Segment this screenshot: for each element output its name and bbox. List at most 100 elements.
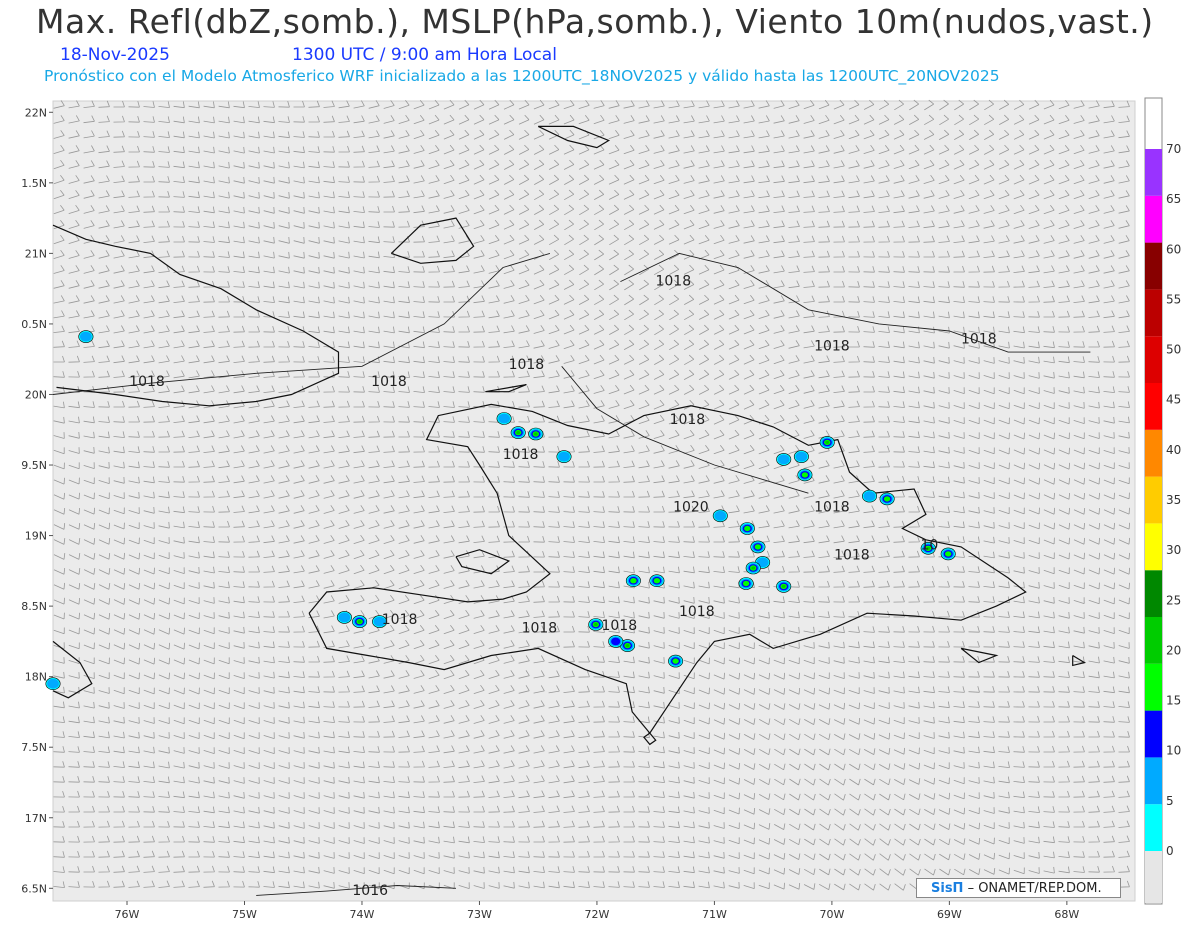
reflectivity-cell-10-level-3	[744, 525, 751, 532]
isobar-label: 1018	[670, 412, 706, 428]
isobar-label: 1018	[382, 612, 418, 628]
reflectivity-cell-22-level-4	[593, 622, 598, 627]
reflectivity-cell-25-level-3	[672, 658, 679, 664]
colorbar-swatch	[1145, 523, 1162, 571]
lon-label: 71W	[702, 908, 727, 921]
reflectivity-cell-3-level-1	[558, 451, 570, 462]
reflectivity-cell-24-level-3	[653, 578, 661, 584]
colorbar-label: 5	[1166, 794, 1174, 808]
isobar-label: 1018	[503, 447, 539, 463]
colorbar-below-zero	[1145, 851, 1162, 903]
credit-text: – ONAMET/REP.DOM.	[963, 881, 1102, 896]
colorbar-swatch	[1145, 336, 1162, 383]
isobar-label: 1018	[522, 621, 558, 637]
reflectivity-cell-23-level-3	[630, 578, 637, 584]
lat-label: 21N	[25, 247, 47, 260]
colorbar-label: 10	[1166, 744, 1181, 758]
reflectivity-cell-7-level-3	[801, 472, 809, 478]
reflectivity-cell-2-level-1	[498, 413, 510, 424]
colorbar-swatch	[1145, 804, 1162, 851]
isobar-label: 1018	[129, 374, 165, 390]
isobar-label: 1018	[601, 618, 637, 634]
lon-label: 76W	[115, 908, 140, 921]
lat-label: 6.5N	[21, 882, 47, 895]
colorbar-swatch	[1145, 476, 1162, 524]
reflectivity-cell-16-level-3	[883, 496, 891, 502]
isobar-label: 1018	[371, 374, 407, 390]
reflectivity-cell-26-level-4	[357, 620, 362, 624]
lat-label: 22N	[25, 106, 47, 119]
lat-label: 19N	[25, 530, 47, 543]
colorbar-swatch	[1145, 570, 1162, 617]
lat-label: 7.5N	[21, 741, 47, 754]
reflectivity-cell-0-level-4	[516, 431, 521, 435]
colorbar-swatch	[1145, 710, 1162, 758]
reflectivity-cell-13-level-4	[751, 566, 756, 570]
colorbar-label: 45	[1166, 393, 1181, 407]
sispi-logo: SisΠ	[931, 881, 964, 896]
isobar-label: 1018	[834, 547, 870, 563]
colorbar-label: 20	[1166, 643, 1181, 657]
colorbar-swatch	[1145, 429, 1162, 477]
lon-label: 72W	[584, 908, 609, 921]
isobar-label: 1018	[961, 331, 997, 347]
isobar-label: 1018	[679, 604, 715, 620]
colorbar-label: 65	[1166, 192, 1181, 206]
reflectivity-cell-9-level-1	[714, 510, 727, 521]
credit-box: SisΠ – ONAMET/REP.DOM.	[916, 878, 1121, 898]
lon-label: 68W	[1054, 908, 1079, 921]
colorbar-swatch	[1145, 289, 1162, 337]
reflectivity-cell-27-level-1	[338, 612, 351, 623]
colorbar-label: 15	[1166, 694, 1181, 708]
colorbar-label: 70	[1166, 142, 1181, 156]
colorbar-swatch	[1145, 242, 1162, 290]
plot-area	[52, 100, 1136, 902]
colorbar-label: 35	[1166, 493, 1181, 507]
lon-label: 73W	[467, 908, 492, 921]
reflectivity-cell-1-level-4	[533, 432, 538, 436]
lat-label: 18N	[25, 671, 47, 684]
colorbar-swatch	[1145, 195, 1162, 243]
colorbar-swatch	[1145, 617, 1162, 664]
reflectivity-cell-29-level-1	[47, 678, 59, 689]
lat-label: 17N	[25, 812, 47, 825]
lat-label: 8.5N	[21, 600, 47, 613]
colorbar-label: 30	[1166, 543, 1181, 557]
colorbar-swatch	[1145, 757, 1162, 805]
colorbar-label: 25	[1166, 593, 1181, 607]
isobar-label: 1020	[673, 499, 709, 515]
reflectivity-cell-17-level-1	[863, 491, 876, 501]
isobar-label: 1018	[814, 499, 850, 515]
reflectivity-cell-4-level-1	[80, 331, 92, 342]
plot-background	[52, 100, 1136, 902]
isobar-label: 1018	[509, 357, 545, 373]
colorbar-label: 50	[1166, 343, 1181, 357]
lat-label: 20N	[25, 388, 47, 401]
isobar-label: 1018	[814, 339, 850, 355]
weather-map: 10181018 101810181018 1018101810181020 1018…	[21, 97, 1181, 921]
lat-label: 0.5N	[21, 318, 47, 331]
lon-label: 75W	[232, 908, 257, 921]
isobar-label: 10	[920, 537, 938, 553]
lat-label: 1.5N	[21, 177, 47, 190]
isobar-label: 1018	[655, 274, 691, 290]
reflectivity-cell-6-level-1	[777, 454, 790, 465]
colorbar-swatch	[1145, 149, 1162, 196]
colorbar: 0 5 10 15 20 25 30 35 40 45 50 55 60 65 70	[1144, 97, 1181, 905]
reflectivity-cell-14-level-4	[781, 584, 786, 589]
colorbar-swatch	[1145, 663, 1162, 711]
colorbar-label: 0	[1166, 844, 1174, 858]
colorbar-label: 55	[1166, 292, 1181, 306]
reflectivity-cell-11-level-3	[754, 544, 762, 550]
reflectivity-cell-15-level-3	[742, 580, 750, 587]
reflectivity-cell-21-level-2	[611, 637, 621, 646]
reflectivity-cell-20-level-4	[625, 644, 630, 648]
colorbar-label: 40	[1166, 443, 1181, 457]
reflectivity-cell-19-level-3	[945, 551, 952, 557]
lon-label: 69W	[937, 908, 962, 921]
lat-label: 9.5N	[21, 459, 47, 472]
isobar-label: 1016	[352, 883, 388, 899]
lon-label: 70W	[819, 908, 844, 921]
reflectivity-cell-5-level-4	[825, 440, 830, 444]
lon-label: 74W	[350, 908, 375, 921]
